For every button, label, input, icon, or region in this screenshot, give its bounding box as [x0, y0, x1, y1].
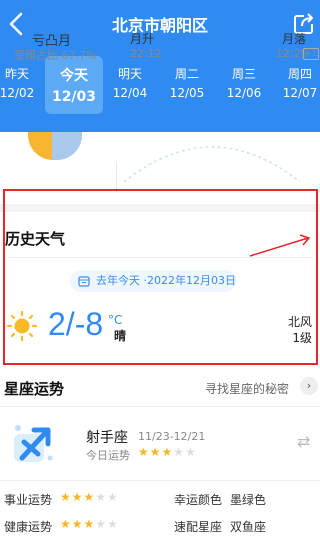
star-icon: ★	[173, 445, 186, 459]
star-icon: ★	[107, 517, 119, 531]
sagittarius-icon	[14, 425, 53, 462]
day-tab-yesterday[interactable]: 昨天 12/02	[0, 56, 46, 114]
health-label: 健康运势	[4, 520, 53, 534]
divider	[116, 162, 117, 192]
horoscope-title: 星座运势	[4, 380, 65, 398]
day-weekday: 周二	[174, 67, 199, 81]
star-icon: ★	[161, 445, 174, 459]
next-day-badge: +1	[303, 48, 319, 60]
horoscope-link[interactable]: 寻找星座的秘密	[205, 380, 289, 397]
moonset-label: 月落	[282, 32, 307, 46]
health-stars: ★★★★★	[60, 517, 119, 531]
calendar-icon	[78, 276, 90, 287]
weather-condition: 晴	[114, 329, 127, 343]
wind-direction: 北风	[287, 315, 312, 329]
match-sign-value: 双鱼座	[230, 520, 267, 534]
day-date: 12/05	[169, 86, 205, 100]
sun-icon	[6, 310, 38, 342]
history-date: 去年今天 ·2022年12月03日	[70, 270, 236, 292]
star-icon: ★	[138, 445, 150, 459]
day-tab-today[interactable]: 今天 12/03	[45, 56, 103, 114]
header: 北京市朝阳区 昨天 12/02 今天 12/03 明天 12/04 周二 12/…	[0, 0, 320, 132]
divider	[8, 257, 314, 258]
day-date: 12/04	[112, 86, 148, 100]
star-icon: ★	[60, 490, 72, 504]
day-selector: 昨天 12/02 今天 12/03 明天 12/04 周二 12/05 周三 1…	[0, 56, 320, 116]
lucky-color-value: 墨绿色	[230, 493, 267, 507]
divider	[0, 406, 320, 407]
day-weekday: 周四	[287, 67, 312, 81]
star-icon: ★	[71, 517, 84, 531]
star-icon: ★	[107, 490, 119, 504]
today-fortune-label: 今日运势	[86, 449, 130, 462]
history-weather-title: 历史天气	[5, 230, 66, 248]
wind-level: 1级	[292, 331, 312, 345]
moon-illumination: 受照占比 67.7%	[14, 49, 97, 62]
star-icon: ★	[95, 517, 108, 531]
star-icon: ★	[71, 490, 84, 504]
history-temperature: 2/-8	[48, 306, 104, 342]
moon-arc	[123, 146, 301, 182]
lucky-color-label: 幸运颜色	[174, 493, 223, 507]
day-tab-thu[interactable]: 周四 12/07	[271, 56, 320, 114]
star-icon: ★	[60, 517, 72, 531]
day-date: 12/07	[282, 86, 318, 100]
chevron-right-icon[interactable]: ›	[300, 377, 318, 395]
star-icon: ★	[83, 517, 96, 531]
sign-date-range: 11/23-12/21	[138, 430, 206, 443]
annotation-arrow	[249, 234, 311, 257]
career-stars: ★★★★★	[60, 490, 119, 504]
sign-name: 射手座	[86, 430, 128, 446]
swap-icon[interactable]: ⇄	[297, 432, 310, 451]
day-tab-wed[interactable]: 周三 12/06	[215, 56, 273, 114]
day-tab-tue[interactable]: 周二 12/05	[158, 56, 216, 114]
star-icon: ★	[95, 490, 108, 504]
day-weekday: 明天	[117, 67, 142, 81]
star-icon: ★	[149, 445, 162, 459]
star-icon: ★	[83, 490, 96, 504]
day-weekday: 昨天	[4, 67, 29, 81]
day-weekday: 今天	[60, 68, 88, 84]
day-date: 12/06	[226, 86, 262, 100]
moonrise-time: 22:12	[130, 47, 162, 60]
star-icon: ★	[185, 445, 197, 459]
divider	[0, 480, 320, 481]
day-date: 12/02	[0, 86, 35, 100]
day-date: 12/03	[51, 89, 97, 105]
day-tab-tomorrow[interactable]: 明天 12/04	[101, 56, 159, 114]
day-weekday: 周三	[231, 67, 256, 81]
temperature-unit: °C	[108, 313, 123, 327]
moon-shadow	[52, 132, 82, 160]
career-label: 事业运势	[4, 493, 53, 507]
match-sign-label: 速配星座	[174, 520, 223, 534]
moonrise-label: 月升	[130, 32, 155, 46]
today-fortune-stars: ★★★★★	[138, 445, 197, 459]
